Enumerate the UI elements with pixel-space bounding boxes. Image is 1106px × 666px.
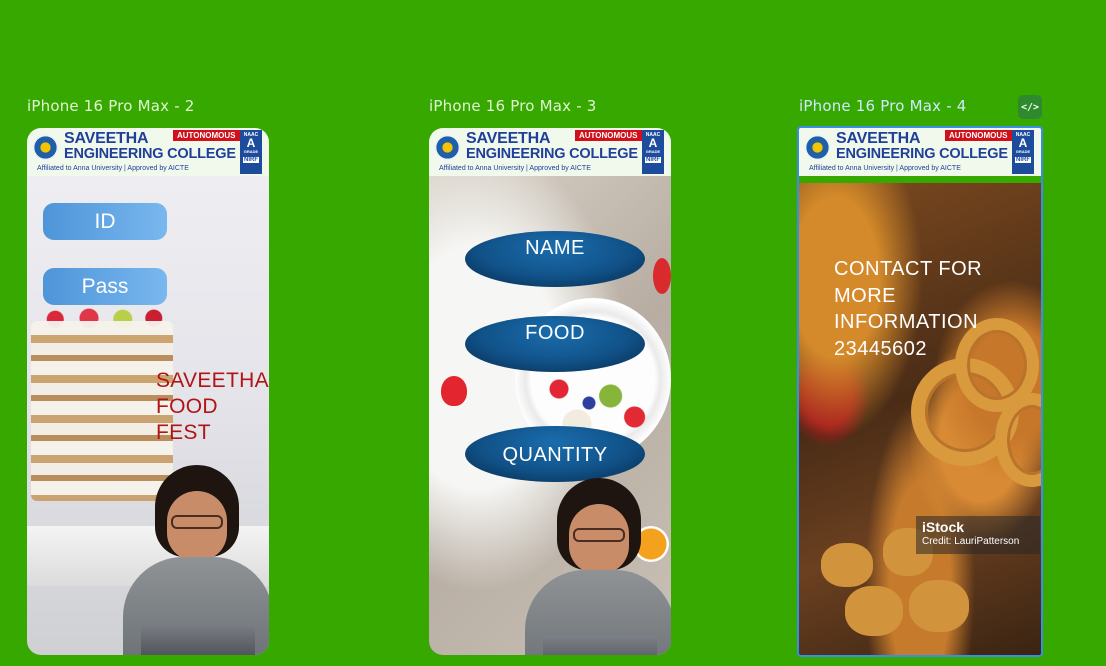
college-banner: SAVEETHA ENGINEERING COLLEGE Affiliated … [27, 128, 269, 176]
college-banner: SAVEETHA ENGINEERING COLLEGE Affiliated … [799, 128, 1041, 176]
college-seal-icon [33, 135, 58, 160]
autonomous-badge: AUTONOMOUS [575, 130, 642, 141]
name-input[interactable]: NAME [465, 231, 645, 287]
strawberry-image [653, 258, 671, 294]
college-name-line2: ENGINEERING COLLEGE [836, 146, 1008, 162]
nirf-logo: NIRF [645, 157, 661, 163]
affiliation-text: Affiliated to Anna University | Approved… [37, 165, 189, 172]
nugget-image [821, 543, 873, 587]
nirf-logo: NIRF [243, 157, 259, 163]
phone-frame-3[interactable]: SAVEETHA ENGINEERING COLLEGE Affiliated … [429, 128, 671, 655]
naac-badge: NAAC A GRADE NIRF [1012, 130, 1034, 174]
strawberry-image [441, 376, 467, 406]
naac-grade: A [1018, 136, 1028, 150]
quantity-input[interactable]: QUANTITY [465, 426, 645, 482]
fest-title-line2: FOOD [156, 395, 218, 418]
naac-grade-label: GRADE [1015, 149, 1031, 154]
frame-label-2[interactable]: iPhone 16 Pro Max - 2 [27, 97, 195, 115]
affiliation-text: Affiliated to Anna University | Approved… [809, 165, 961, 172]
college-name-line2: ENGINEERING COLLEGE [466, 146, 638, 162]
fest-title-line1: SAVEETHA [156, 369, 269, 392]
food-label: FOOD [525, 322, 585, 344]
naac-grade-label: GRADE [645, 149, 661, 154]
nugget-image [909, 580, 969, 632]
istock-watermark: iStock Credit: LauriPatterson [916, 516, 1040, 554]
contact-line2: MORE [834, 284, 896, 307]
autonomous-badge: AUTONOMOUS [173, 130, 240, 141]
id-input[interactable]: ID [43, 203, 167, 240]
name-label: NAME [525, 237, 585, 259]
food-input[interactable]: FOOD [465, 316, 645, 372]
naac-grade: A [648, 136, 658, 150]
fest-title-line3: FEST [156, 421, 211, 444]
watermark-credit: Credit: LauriPatterson [922, 536, 1020, 547]
college-seal-icon [805, 135, 830, 160]
frame-label-4[interactable]: iPhone 16 Pro Max - 4 [799, 97, 967, 115]
phone-frame-2[interactable]: SAVEETHA ENGINEERING COLLEGE Affiliated … [27, 128, 269, 655]
contact-phone: 23445602 [834, 337, 927, 360]
college-name-line1: SAVEETHA [466, 130, 551, 147]
naac-badge: NAAC A GRADE NIRF [240, 130, 262, 174]
quantity-label: QUANTITY [502, 444, 608, 466]
affiliation-text: Affiliated to Anna University | Approved… [439, 165, 591, 172]
college-name-line2: ENGINEERING COLLEGE [64, 146, 236, 162]
autonomous-badge: AUTONOMOUS [945, 130, 1012, 141]
contact-line1: CONTACT FOR [834, 258, 983, 280]
contact-info: CONTACT FOR MORE INFORMATION 23445602 [834, 256, 1004, 362]
nirf-logo: NIRF [1015, 157, 1031, 163]
college-name-line1: SAVEETHA [836, 130, 921, 147]
nugget-image [845, 586, 903, 636]
fest-title: SAVEETHA FOOD FEST [156, 368, 269, 446]
woman-photo [525, 478, 671, 655]
code-icon[interactable]: </> [1018, 95, 1042, 119]
woman-photo [123, 465, 269, 655]
frame-label-3[interactable]: iPhone 16 Pro Max - 3 [429, 97, 597, 115]
watermark-brand: iStock [922, 519, 965, 535]
naac-badge: NAAC A GRADE NIRF [642, 130, 664, 174]
contact-line3: INFORMATION [834, 311, 979, 333]
college-name-line1: SAVEETHA [64, 130, 149, 147]
naac-grade-label: GRADE [243, 149, 259, 154]
college-banner: SAVEETHA ENGINEERING COLLEGE Affiliated … [429, 128, 671, 176]
password-input[interactable]: Pass [43, 268, 167, 305]
naac-grade: A [246, 136, 256, 150]
phone-frame-4[interactable]: SAVEETHA ENGINEERING COLLEGE Affiliated … [797, 126, 1043, 657]
college-seal-icon [435, 135, 460, 160]
